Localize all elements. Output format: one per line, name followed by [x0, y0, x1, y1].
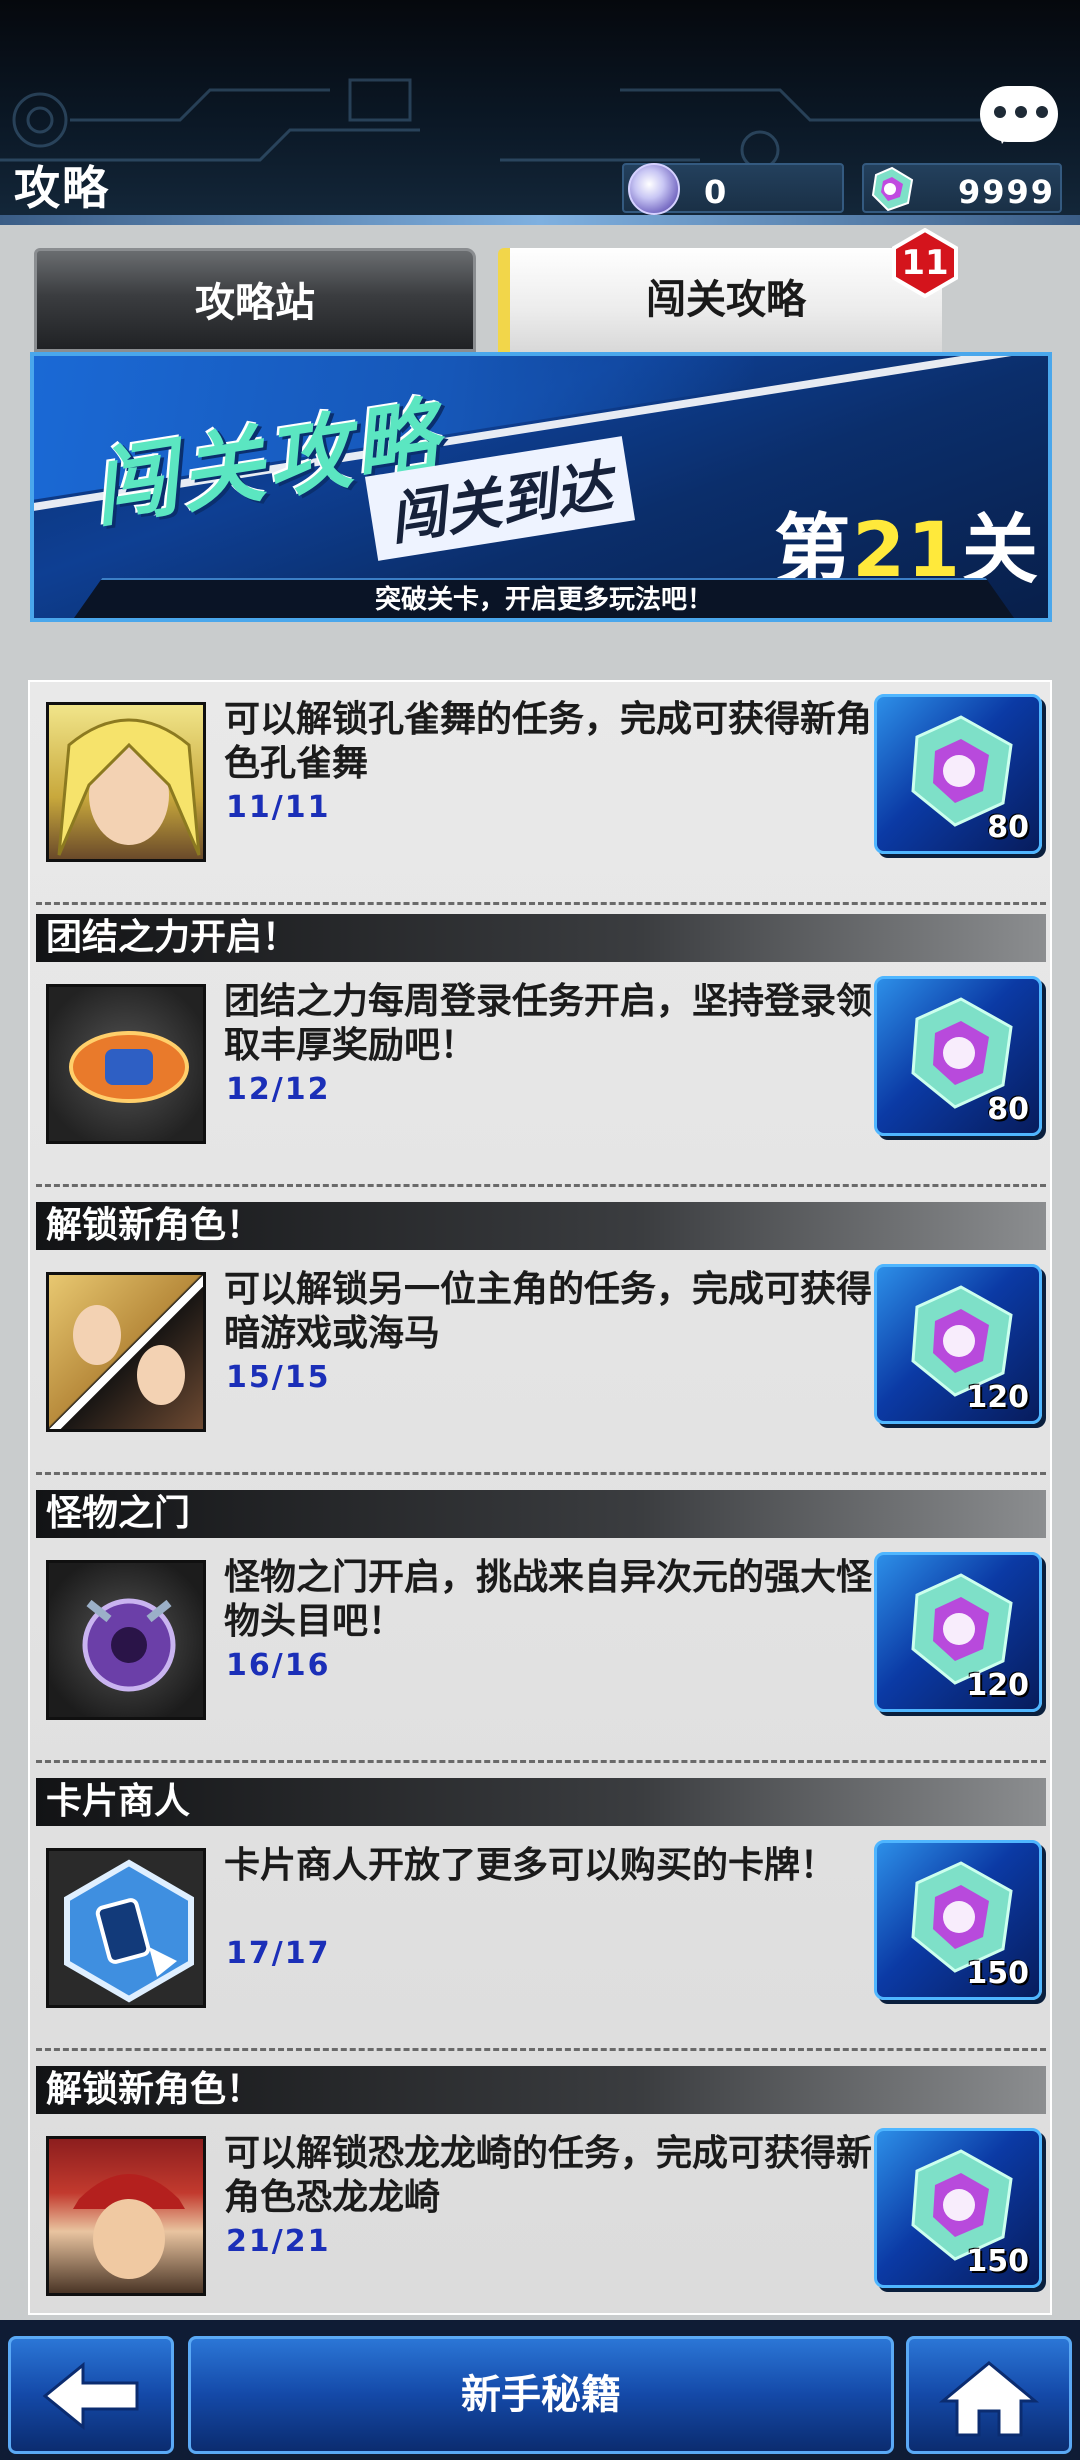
home-button[interactable] — [906, 2336, 1072, 2454]
bottom-nav-bar: 新手秘籍 — [0, 2320, 1080, 2460]
item-description: 可以解锁恐龙龙崎的任务，完成可获得新角色恐龙龙崎 — [224, 2133, 873, 2218]
item-body: 团结之力每周登录任务开启，坚持登录领取丰厚奖励吧！ 12/12 80 — [30, 972, 1050, 1144]
item-description: 团结之力每周登录任务开启，坚持登录领取丰厚奖励吧！ — [224, 981, 873, 1066]
back-button[interactable] — [8, 2336, 174, 2454]
list-item: 团结之力开启！ 团结之力每周登录任务开启，坚持登录领取丰厚奖励吧！ 12/12 … — [30, 914, 1050, 1202]
circuit-pattern-decoration — [0, 78, 1000, 170]
item-progress: 21/21 — [226, 2224, 331, 2259]
reward-gem-button[interactable]: 120 — [874, 1552, 1042, 1712]
reward-amount: 80 — [987, 810, 1029, 845]
dashed-divider — [36, 902, 1046, 905]
card-shop-icon — [46, 1848, 206, 2008]
item-header: 解锁新角色！ — [36, 1202, 1046, 1250]
task-list-panel: 可以解锁孔雀舞的任务，完成可获得新角色孔雀舞 11/11 80 团结之力开启！ … — [28, 680, 1052, 2315]
item-body: 可以解锁恐龙龙崎的任务，完成可获得新角色恐龙龙崎 21/21 150 — [30, 2124, 1050, 2296]
reward-amount: 150 — [966, 1956, 1029, 1991]
tab-guide-station[interactable]: 攻略站 — [34, 248, 476, 352]
item-description: 卡片商人开放了更多可以购买的卡牌！ — [224, 1845, 837, 1886]
tab-stage-guide[interactable]: 闯关攻略 — [498, 248, 942, 352]
item-body: 怪物之门开启，挑战来自异次元的强大怪物头目吧！ 16/16 120 — [30, 1548, 1050, 1720]
beginner-tips-button[interactable]: 新手秘籍 — [188, 2336, 894, 2454]
list-item: 解锁新角色！ 可以解锁另一位主角的任务，完成可获得暗游戏或海马 15/15 12… — [30, 1202, 1050, 1490]
reward-gem-button[interactable]: 120 — [874, 1264, 1042, 1424]
badge-count: 11 — [901, 243, 949, 283]
item-progress: 15/15 — [226, 1360, 331, 1395]
reward-gem-button[interactable]: 80 — [874, 976, 1042, 1136]
item-header: 解锁新角色！ — [36, 2066, 1046, 2114]
item-progress: 16/16 — [226, 1648, 331, 1683]
dashed-divider — [36, 1184, 1046, 1187]
reward-gem-button[interactable]: 150 — [874, 1840, 1042, 2000]
monster-gate-icon — [46, 1560, 206, 1720]
item-header: 团结之力开启！ — [36, 914, 1046, 962]
reward-amount: 150 — [966, 2244, 1029, 2279]
item-header: 怪物之门 — [36, 1490, 1046, 1538]
stage-banner: 闯关攻略 闯关到达 第21关 突破关卡，开启更多玩法吧！ — [30, 352, 1052, 622]
list-item: 卡片商人 卡片商人开放了更多可以购买的卡牌！ 17/17 150 — [30, 1778, 1050, 2066]
item-body: 卡片商人开放了更多可以购买的卡牌！ 17/17 150 — [30, 1836, 1050, 2008]
item-progress: 17/17 — [226, 1936, 331, 1971]
reward-amount: 120 — [966, 1668, 1029, 1703]
reward-amount: 120 — [966, 1380, 1029, 1415]
notification-badge: 11 — [890, 227, 960, 299]
character-portrait-icon — [46, 702, 206, 862]
list-item: 怪物之门 怪物之门开启，挑战来自异次元的强大怪物头目吧！ 16/16 120 — [30, 1490, 1050, 1778]
dashed-divider — [36, 1472, 1046, 1475]
character-portrait-icon — [46, 2136, 206, 2296]
home-icon — [939, 2361, 1039, 2437]
dashed-divider — [36, 1760, 1046, 1763]
page-title: 攻略 — [14, 161, 110, 215]
chat-button[interactable] — [980, 86, 1058, 144]
item-progress: 11/11 — [226, 790, 331, 825]
header-bottom-bar — [0, 215, 1080, 225]
item-description: 可以解锁另一位主角的任务，完成可获得暗游戏或海马 — [224, 1269, 873, 1354]
item-progress: 12/12 — [226, 1072, 331, 1107]
reward-gem-button[interactable]: 150 — [874, 2128, 1042, 2288]
currency-gem-value: 9999 — [958, 173, 1056, 211]
currency-orb-value: 0 — [704, 173, 729, 211]
item-description: 可以解锁孔雀舞的任务，完成可获得新角色孔雀舞 — [224, 699, 873, 784]
item-description: 怪物之门开启，挑战来自异次元的强大怪物头目吧！ — [224, 1557, 873, 1642]
item-header: 卡片商人 — [36, 1778, 1046, 1826]
chat-bubble-icon — [994, 106, 1048, 118]
item-body: 可以解锁孔雀舞的任务，完成可获得新角色孔雀舞 11/11 80 — [30, 690, 1050, 862]
character-portrait-icon — [46, 1272, 206, 1432]
item-body: 可以解锁另一位主角的任务，完成可获得暗游戏或海马 15/15 120 — [30, 1260, 1050, 1432]
unity-hands-icon — [46, 984, 206, 1144]
dashed-divider — [36, 2048, 1046, 2051]
orb-icon — [628, 163, 680, 215]
reward-amount: 80 — [987, 1092, 1029, 1127]
banner-footer-text: 突破关卡，开启更多玩法吧！ — [74, 578, 1014, 618]
gem-icon — [871, 166, 914, 212]
list-item: 解锁新角色！ 可以解锁恐龙龙崎的任务，完成可获得新角色恐龙龙崎 21/21 15… — [30, 2066, 1050, 2354]
back-arrow-icon — [42, 2361, 139, 2431]
reward-gem-button[interactable]: 80 — [874, 694, 1042, 854]
